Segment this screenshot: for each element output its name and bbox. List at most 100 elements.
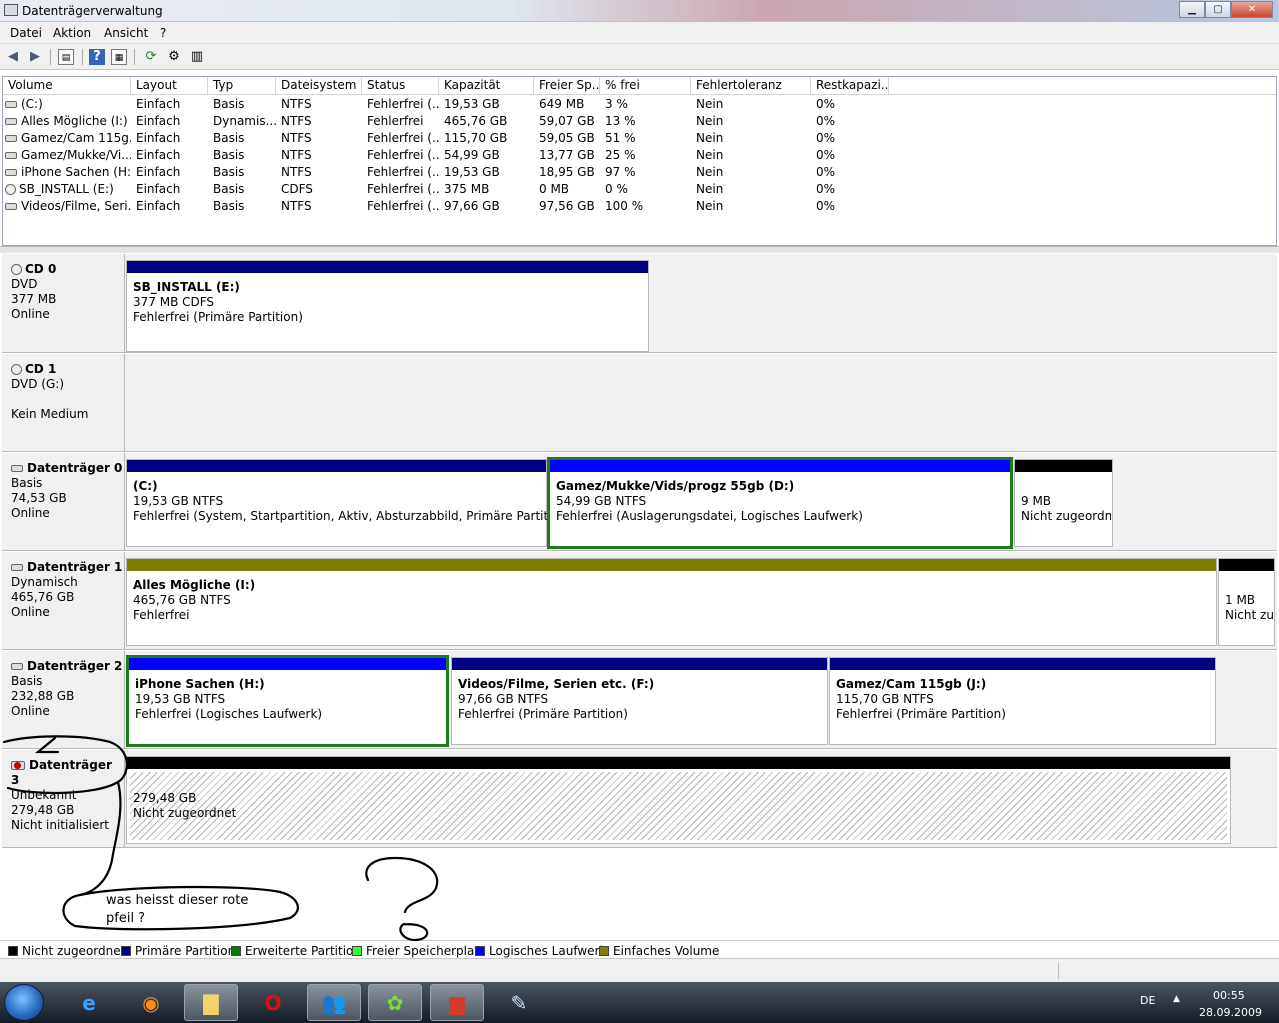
menu-ansicht[interactable]: Ansicht (104, 26, 148, 40)
legend-label: Primäre Partition (135, 944, 236, 958)
menu-aktion[interactable]: Aktion (53, 26, 91, 40)
disk-row-1[interactable]: Datenträger 1 Dynamisch 465,76 GB Online… (2, 552, 1277, 650)
volume-cell: NTFS (281, 130, 365, 147)
volume-cell: 3 % (605, 96, 693, 113)
partition-sb-install[interactable]: SB_INSTALL (E:) 377 MB CDFS Fehlerfrei (… (126, 260, 649, 352)
partition-j[interactable]: Gamez/Cam 115gb (J:) 115,70 GB NTFS Fehl… (829, 657, 1216, 745)
volume-cell: Basis (213, 130, 279, 147)
volume-cell: 0% (816, 198, 892, 215)
col-fehlertoleranz[interactable]: Fehlertoleranz (691, 77, 811, 95)
legend-label: Einfaches Volume (613, 944, 720, 958)
col-volume[interactable]: Volume (3, 77, 131, 95)
partition-i[interactable]: Alles Mögliche (I:) 465,76 GB NTFS Fehle… (126, 558, 1217, 646)
volume-row[interactable]: SB_INSTALL (E:) Einfach Basis CDFS Fehlerfre… (3, 181, 1276, 198)
volume-cell-text: Nein (696, 114, 724, 128)
volume-cell: Nein (696, 164, 814, 181)
disk-label[interactable]: Datenträger 1 Dynamisch 465,76 GB Online (2, 552, 125, 649)
back-icon[interactable]: ◀ (5, 49, 21, 65)
volume-cell: 97,66 GB (444, 198, 536, 215)
language-indicator[interactable]: DE (1140, 994, 1155, 1007)
title-bar[interactable]: Datenträgerverwaltung ▁ ▢ ✕ (0, 0, 1279, 22)
disk-row-cd0[interactable]: CD 0 DVD 377 MB Online SB_INSTALL (E:) 3… (2, 254, 1277, 353)
volume-row[interactable]: iPhone Sachen (H:) Einfach Basis NTFS Fehler… (3, 164, 1276, 181)
col-typ[interactable]: Typ (208, 77, 276, 95)
disk-label[interactable]: Datenträger 3 Unbekannt 279,48 GB Nicht … (2, 750, 125, 847)
menu-help[interactable]: ? (160, 26, 166, 40)
messenger-icon[interactable]: 👥 (307, 984, 361, 1021)
volume-cell-text: 0% (816, 131, 836, 145)
partition-d[interactable]: Gamez/Mukke/Vids/progz 55gb (D:) 54,99 G… (547, 457, 1013, 549)
volume-row[interactable]: Videos/Filme, Seri... Einfach Basis NTFS Feh… (3, 198, 1276, 215)
volume-row[interactable]: (C:) Einfach Basis NTFS Fehlerfrei (... 19,53… (3, 96, 1276, 113)
volume-cell-text: Einfach (136, 148, 181, 162)
partition-color-bar (127, 261, 648, 273)
volume-cell: Fehlerfrei (... (367, 147, 441, 164)
start-icon[interactable] (4, 984, 44, 1021)
volume-cell-text: 3 % (605, 97, 628, 111)
col-dateisystem[interactable]: Dateisystem (276, 77, 362, 95)
ie-icon[interactable]: e (62, 984, 116, 1021)
disk-management-window: Datenträgerverwaltung ▁ ▢ ✕ Datei Aktion… (0, 0, 1279, 1023)
disk-label[interactable]: CD 1 DVD (G:) Kein Medium (2, 354, 125, 451)
firefox-icon[interactable]: ◉ (124, 984, 178, 1021)
volume-cell: NTFS (281, 147, 365, 164)
list-icon[interactable]: ▥ (189, 49, 205, 65)
partition-f[interactable]: Videos/Filme, Serien etc. (F:) 97,66 GB … (451, 657, 828, 745)
disk-row-3[interactable]: Datenträger 3 Unbekannt 279,48 GB Nicht … (2, 750, 1277, 848)
volume-row[interactable]: Alles Mögliche (I:) Einfach Dynamis... NTFS… (3, 113, 1276, 130)
partition-h[interactable]: iPhone Sachen (H:) 19,53 GB NTFS Fehlerf… (126, 655, 449, 747)
unallocated-1mb[interactable]: 1 MB Nicht zugeordnet (1218, 558, 1275, 646)
col-restkapazitaet[interactable]: Restkapazi... (811, 77, 889, 95)
help-icon[interactable]: ? (89, 49, 105, 65)
menu-datei[interactable]: Datei (10, 26, 42, 40)
properties-icon[interactable]: ▤ (58, 49, 74, 65)
toolbar: ◀ ▶ ▤ ? ▦ ⟳ ⚙ ▥ (0, 44, 1279, 70)
disk-label[interactable]: Datenträger 0 Basis 74,53 GB Online (2, 453, 125, 550)
minimize-button[interactable]: ▁ (1179, 1, 1205, 18)
volume-cell-text: Basis (213, 131, 245, 145)
annotation-note: was heisst dieser rote pfeil ? (106, 893, 249, 926)
disk-row-cd1[interactable]: CD 1 DVD (G:) Kein Medium (2, 354, 1277, 452)
clock-date[interactable]: 28.09.2009 (1199, 1006, 1262, 1019)
settings-icon[interactable]: ⚙ (166, 49, 182, 65)
volume-cell-text: 0% (816, 148, 836, 162)
legend-simple-volume: Einfaches Volume (599, 944, 719, 958)
unallocated-279gb[interactable]: 279,48 GB Nicht zugeordnet (126, 756, 1231, 844)
explorer-icon[interactable]: ▇ (184, 984, 238, 1021)
partition-status: Nicht zugeordnet (133, 806, 237, 820)
unallocated-9mb[interactable]: 9 MB Nicht zugeordnet (1014, 459, 1113, 547)
volume-row[interactable]: Gamez/Mukke/Vi... Einfach Basis NTFS Fehlerf… (3, 147, 1276, 164)
partition-status: Nicht zugeordnet (1021, 509, 1111, 523)
paint-icon[interactable]: ✎ (492, 984, 546, 1021)
disk-label[interactable]: CD 0 DVD 377 MB Online (2, 254, 125, 352)
opera-icon[interactable]: O (246, 984, 300, 1021)
refresh-icon[interactable]: ⟳ (143, 49, 159, 65)
disk-row-0[interactable]: Datenträger 0 Basis 74,53 GB Online (C:)… (2, 453, 1277, 551)
close-button[interactable]: ✕ (1231, 1, 1273, 18)
tray-expand-icon[interactable]: ▲ (1173, 994, 1180, 1004)
col-kapazitaet[interactable]: Kapazität (439, 77, 534, 95)
partition-title: Alles Mögliche (I:) (133, 578, 256, 592)
forward-icon[interactable]: ▶ (27, 49, 43, 65)
volume-cell: Einfach (136, 164, 210, 181)
volume-cell-text: Fehlerfrei (... (367, 199, 441, 213)
toolbox-icon[interactable]: ▆ (430, 984, 484, 1021)
clock-time[interactable]: 00:55 (1213, 989, 1245, 1002)
col-layout[interactable]: Layout (131, 77, 208, 95)
maximize-button[interactable]: ▢ (1205, 1, 1231, 18)
volume-cell-text: Nein (696, 165, 724, 179)
col-freier-speicher[interactable]: Freier Sp... (534, 77, 600, 95)
partition-c[interactable]: (C:) 19,53 GB NTFS Fehlerfrei (System, S… (126, 459, 571, 547)
icq-icon[interactable]: ✿ (368, 984, 422, 1021)
partition-title: (C:) (133, 479, 158, 493)
disk-row-2[interactable]: Datenträger 2 Basis 232,88 GB Online iPh… (2, 651, 1277, 749)
disk-label[interactable]: Datenträger 2 Basis 232,88 GB Online (2, 651, 125, 748)
col-prozent-frei[interactable]: % frei (600, 77, 691, 95)
pane-splitter[interactable] (0, 246, 1279, 253)
volume-cell: NTFS (281, 113, 365, 130)
app-icon (4, 4, 18, 16)
view-icon[interactable]: ▦ (111, 49, 127, 65)
col-status[interactable]: Status (362, 77, 439, 95)
volume-cell-text: Videos/Filme, Seri... (21, 199, 131, 213)
volume-row[interactable]: Gamez/Cam 115g... Einfach Basis NTFS Fehlerf… (3, 130, 1276, 147)
